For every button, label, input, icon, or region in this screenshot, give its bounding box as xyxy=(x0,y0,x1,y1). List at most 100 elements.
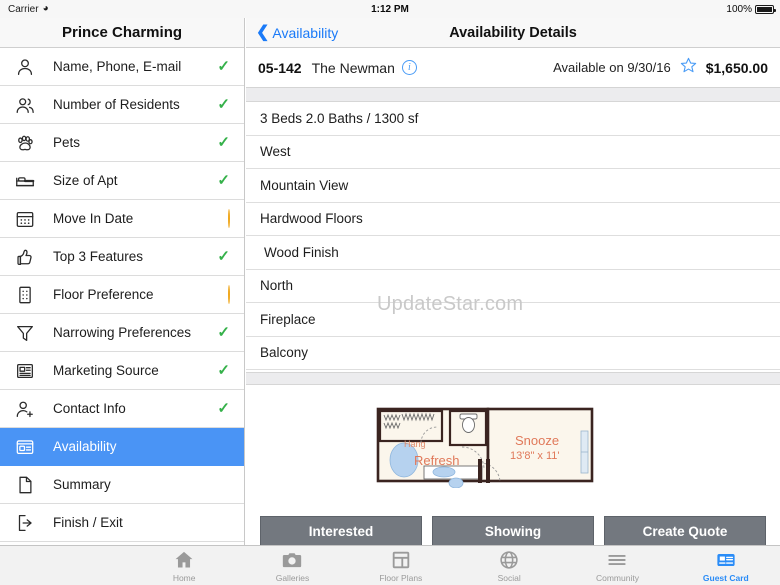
tab-label: Social xyxy=(497,572,521,583)
tab-community[interactable]: Community xyxy=(563,546,671,585)
calendar-icon xyxy=(14,208,44,230)
tab-bar: Home Galleries Floor Plans Social Community G… xyxy=(0,545,780,585)
unit-name: The Newman xyxy=(311,59,395,76)
sidebar-item-label: Summary xyxy=(53,477,111,492)
sidebar-item-label: Narrowing Preferences xyxy=(53,325,192,340)
section-separator xyxy=(246,88,780,102)
feature-row[interactable]: Fireplace xyxy=(246,303,780,337)
building-icon xyxy=(14,284,44,306)
navigation-bar: ❮ Availability Availability Details xyxy=(246,18,780,48)
globe-icon xyxy=(498,549,520,571)
app-screen: Carrier ◕ 1:12 PM 100% Prince Charming N… xyxy=(0,0,780,585)
sidebar-item-availability[interactable]: Availability xyxy=(0,428,244,466)
info-circle-icon[interactable]: i xyxy=(401,60,417,75)
svg-text:Snooze: Snooze xyxy=(515,433,559,448)
sidebar-item-label: Marketing Source xyxy=(53,363,159,378)
status-check-icon: ✓ xyxy=(217,323,230,341)
showing-button[interactable]: Showing xyxy=(432,516,594,546)
document-icon xyxy=(14,474,44,496)
unit-header-right: Available on 9/30/16 $1,650.00 xyxy=(553,57,768,79)
id-card-icon xyxy=(14,436,44,458)
tab-label: Floor Plans xyxy=(379,572,423,583)
chevron-left-icon: ❮ xyxy=(256,23,270,41)
create-quote-button[interactable]: Create Quote xyxy=(604,516,766,546)
sidebar-item-number-of-residents[interactable]: Number of Residents ✓ xyxy=(0,86,244,124)
status-check-icon: ✓ xyxy=(217,57,230,75)
guest-card-icon xyxy=(715,549,737,571)
sidebar-item-size-of-apt[interactable]: Size of Apt ✓ xyxy=(0,162,244,200)
menu-lines-icon xyxy=(605,549,629,571)
unit-price: $1,650.00 xyxy=(705,59,768,76)
sidebar: Prince Charming Name, Phone, E-mail ✓ Numb… xyxy=(0,18,245,545)
status-incomplete-icon xyxy=(228,284,230,304)
battery-percent-label: 100% xyxy=(726,3,752,15)
sidebar-item-label: Contact Info xyxy=(53,401,126,416)
status-bar-time: 1:12 PM xyxy=(371,3,409,15)
interested-button[interactable]: Interested xyxy=(260,516,422,546)
battery-full-icon xyxy=(755,4,776,14)
status-check-icon: ✓ xyxy=(217,247,230,265)
feature-row[interactable]: Mountain View xyxy=(246,169,780,203)
newspaper-icon xyxy=(14,360,44,382)
person-icon xyxy=(14,56,44,78)
tab-galleries[interactable]: Galleries xyxy=(238,546,346,585)
svg-text:Hang: Hang xyxy=(404,439,426,449)
unit-header-row[interactable]: 05-142 The Newman i Available on 9/30/16… xyxy=(246,48,780,88)
feature-row[interactable]: Balcony xyxy=(246,336,780,370)
sidebar-item-label: Availability xyxy=(53,439,117,454)
sidebar-item-label: Name, Phone, E-mail xyxy=(53,59,182,74)
tab-floor-plans[interactable]: Floor Plans xyxy=(347,546,455,585)
feature-row[interactable]: Hardwood Floors xyxy=(246,202,780,236)
sidebar-item-name-phone-e-mail[interactable]: Name, Phone, E-mail ✓ xyxy=(0,48,244,86)
star-outline-icon[interactable] xyxy=(680,57,697,79)
status-check-icon: ✓ xyxy=(217,95,230,113)
sidebar-item-label: Top 3 Features xyxy=(53,249,144,264)
camera-icon xyxy=(281,549,303,571)
tab-label: Community xyxy=(595,572,639,583)
sidebar-item-marketing-source[interactable]: Marketing Source ✓ xyxy=(0,352,244,390)
tab-social[interactable]: Social xyxy=(455,546,563,585)
home-icon xyxy=(173,549,195,571)
person-add-icon xyxy=(14,398,44,420)
sidebar-item-top-3-features[interactable]: Top 3 Features ✓ xyxy=(0,238,244,276)
sidebar-item-contact-info[interactable]: Contact Info ✓ xyxy=(0,390,244,428)
unit-number: 05-142 xyxy=(258,59,302,76)
sidebar-item-label: Number of Residents xyxy=(53,97,180,112)
floor-plan-separator xyxy=(246,372,780,385)
tab-guest-card[interactable]: Guest Card xyxy=(672,546,780,585)
feature-row[interactable]: Wood Finish xyxy=(246,236,780,270)
sidebar-item-move-in-date[interactable]: Move In Date xyxy=(0,200,244,238)
status-bar-right: 100% xyxy=(726,3,776,15)
sidebar-item-pets[interactable]: Pets ✓ xyxy=(0,124,244,162)
floorplan-icon xyxy=(390,549,412,571)
tab-home[interactable]: Home xyxy=(130,546,238,585)
sidebar-item-narrowing-preferences[interactable]: Narrowing Preferences ✓ xyxy=(0,314,244,352)
feature-row[interactable]: 3 Beds 2.0 Baths / 1300 sf xyxy=(246,102,780,136)
sidebar-item-label: Size of Apt xyxy=(53,173,118,188)
sidebar-list: Name, Phone, E-mail ✓ Number of Residents ✓… xyxy=(0,48,244,542)
sidebar-item-finish-exit[interactable]: Finish / Exit xyxy=(0,504,244,542)
tab-label: Galleries xyxy=(275,572,310,583)
status-check-icon: ✓ xyxy=(217,399,230,417)
page-title: Prince Charming xyxy=(0,18,244,48)
funnel-icon xyxy=(14,322,44,344)
sidebar-item-label: Pets xyxy=(53,135,81,150)
floor-plan-image[interactable]: Hang Refresh Snooze 13'8" x 11' xyxy=(374,403,600,488)
sidebar-item-label: Floor Preference xyxy=(53,287,154,302)
feature-row[interactable]: West xyxy=(246,135,780,169)
tab-label: Guest Card xyxy=(702,572,749,583)
status-check-icon: ✓ xyxy=(217,171,230,189)
feature-row[interactable]: North xyxy=(246,269,780,303)
status-check-icon: ✓ xyxy=(217,361,230,379)
availability-date: Available on 9/30/16 xyxy=(553,60,671,75)
people-icon xyxy=(14,94,44,116)
action-buttons: Interested Showing Create Quote xyxy=(260,516,766,546)
back-button[interactable]: ❮ Availability xyxy=(256,23,339,41)
back-button-label: Availability xyxy=(272,24,339,41)
sidebar-item-label: Move In Date xyxy=(53,211,134,226)
sidebar-item-summary[interactable]: Summary xyxy=(0,466,244,504)
sidebar-item-floor-preference[interactable]: Floor Preference xyxy=(0,276,244,314)
floor-plan-section: Hang Refresh Snooze 13'8" x 11' Interest… xyxy=(246,372,780,546)
svg-text:13'8" x 11': 13'8" x 11' xyxy=(510,450,560,462)
sidebar-item-label: Finish / Exit xyxy=(53,515,123,530)
